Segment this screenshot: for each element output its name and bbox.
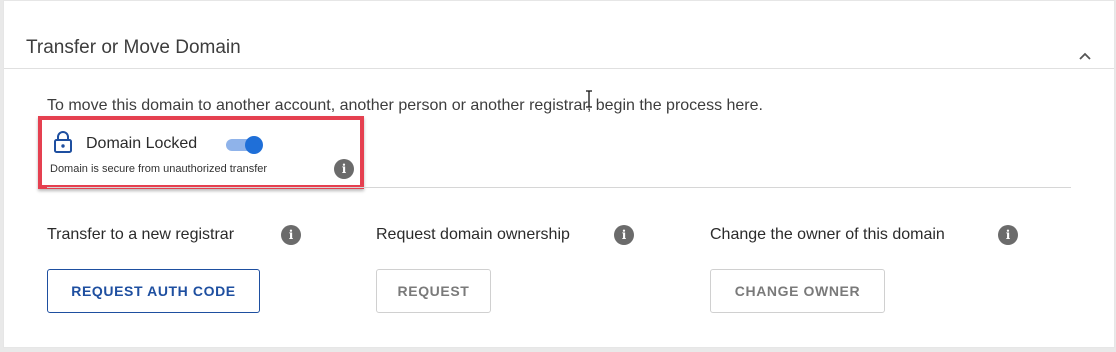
transfer-registrar-label: Transfer to a new registrar xyxy=(47,226,235,243)
domain-lock-highlight: Domain Locked Domain is secure from unau… xyxy=(38,116,364,189)
request-ownership-label: Request domain ownership xyxy=(376,226,570,243)
request-button[interactable]: REQUEST xyxy=(376,269,491,313)
section-title: Transfer or Move Domain xyxy=(26,37,241,58)
divider xyxy=(47,187,1071,188)
info-icon[interactable]: i xyxy=(281,225,301,245)
domain-lock-toggle[interactable] xyxy=(226,136,264,154)
collapse-button[interactable] xyxy=(1073,45,1097,69)
transfer-description: To move this domain to another account, … xyxy=(47,97,763,114)
transfer-domain-card: Transfer or Move Domain To move this dom… xyxy=(3,0,1115,348)
card-header[interactable]: Transfer or Move Domain xyxy=(4,1,1114,69)
toggle-knob xyxy=(245,136,263,154)
chevron-up-icon xyxy=(1079,52,1091,60)
info-icon[interactable]: i xyxy=(334,159,354,179)
lock-icon xyxy=(54,131,72,153)
domain-lock-subtext: Domain is secure from unauthorized trans… xyxy=(50,163,268,175)
change-owner-label: Change the owner of this domain xyxy=(710,226,945,243)
info-icon[interactable]: i xyxy=(614,225,634,245)
domain-locked-label: Domain Locked xyxy=(86,135,198,152)
change-owner-button[interactable]: CHANGE OWNER xyxy=(710,269,885,313)
text-cursor-icon xyxy=(586,90,592,108)
info-icon[interactable]: i xyxy=(998,225,1018,245)
request-auth-code-button[interactable]: REQUEST AUTH CODE xyxy=(47,269,260,313)
